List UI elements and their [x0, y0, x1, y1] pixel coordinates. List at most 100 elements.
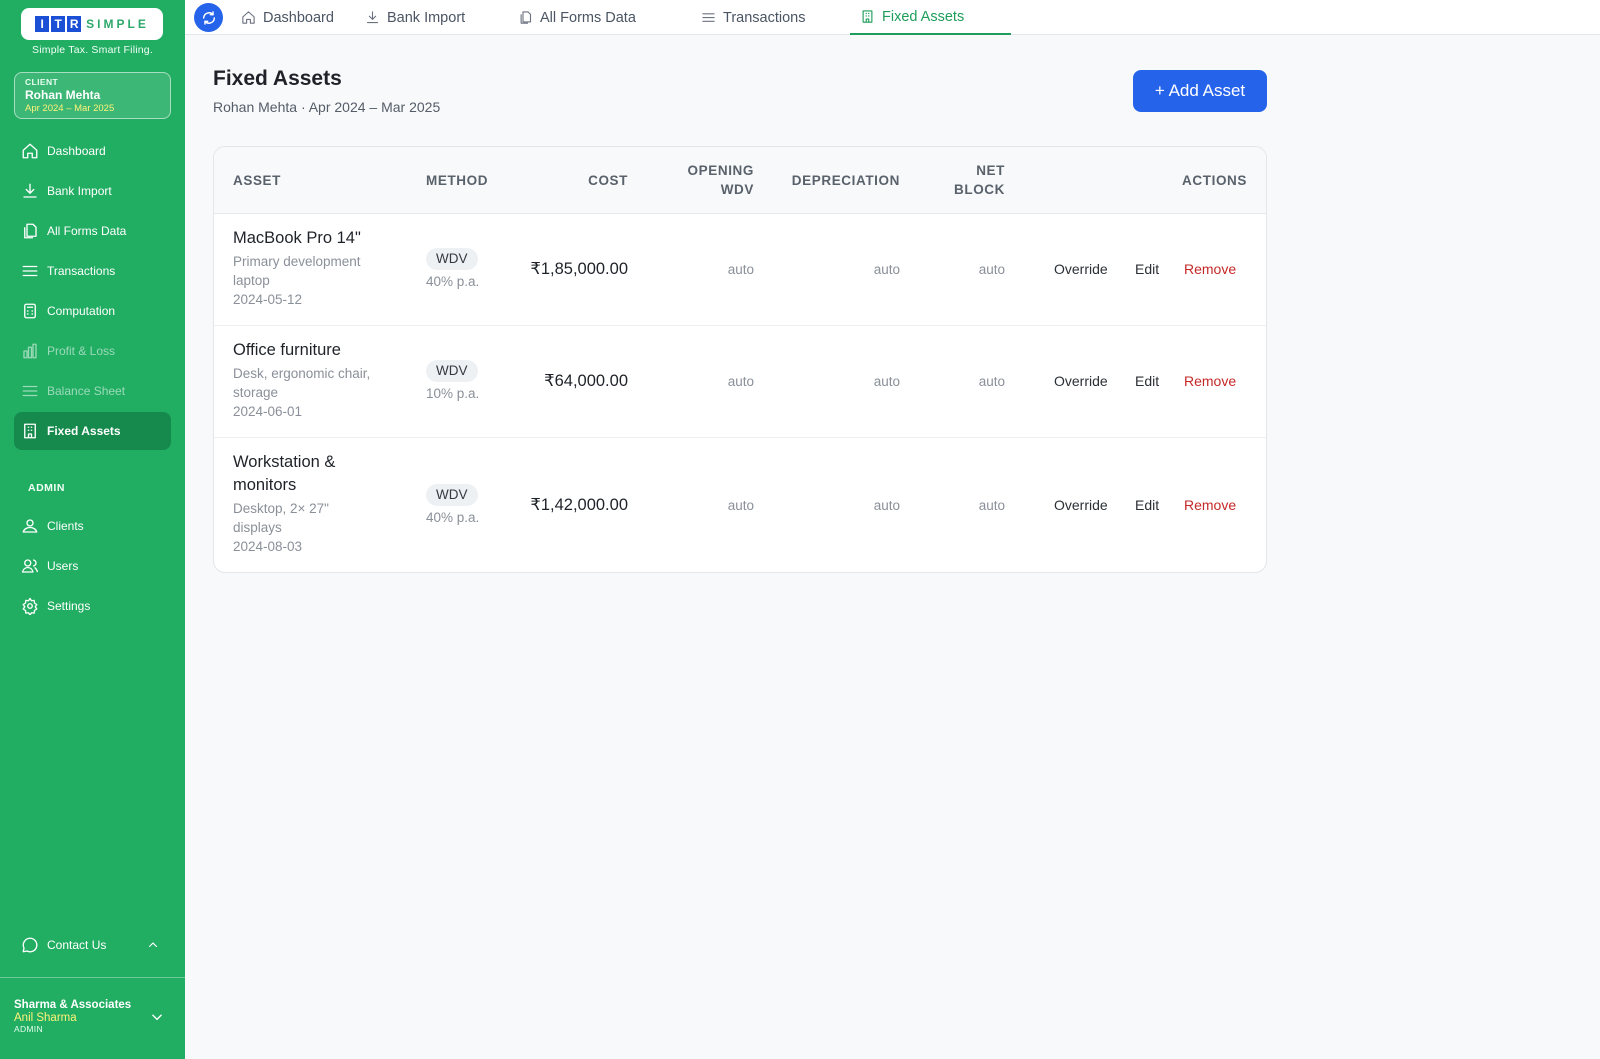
list-icon [20, 261, 40, 281]
edit-button[interactable]: Edit [1135, 261, 1159, 277]
column-header-line: OPENING [687, 163, 754, 178]
sidebar-item-label: Transactions [47, 264, 116, 278]
admin-section-label: ADMIN [28, 482, 65, 494]
override-button[interactable]: Override [1054, 373, 1108, 389]
asset-date: 2024-05-12 [233, 292, 303, 307]
top-tab-bar: Dashboard Bank Import All Forms Data Tra… [185, 0, 1600, 35]
chevron-down-icon[interactable] [150, 1010, 164, 1024]
sidebar-nav: Dashboard Bank Import All Forms Data Tra… [14, 132, 171, 452]
depreciation-rate: 10% p.a. [426, 386, 480, 401]
sidebar-item-label: All Forms Data [47, 224, 127, 238]
column-header-line: WDV [720, 182, 754, 197]
home-icon [20, 141, 40, 161]
client-icon [20, 516, 40, 536]
remove-button[interactable]: Remove [1184, 497, 1236, 513]
tab-bank-import[interactable]: Bank Import [355, 0, 475, 35]
column-header-cost: COST [588, 173, 628, 188]
asset-description-line: Primary development [233, 254, 361, 269]
download-icon [20, 181, 40, 201]
refresh-button[interactable] [194, 3, 223, 32]
column-header-depreciation: DEPRECIATION [791, 173, 900, 188]
tab-label: Fixed Assets [882, 8, 965, 25]
logo[interactable]: I T R SIMPLE [21, 8, 163, 40]
firm-name: Sharma & Associates [14, 999, 132, 1011]
sidebar-item-profit-loss[interactable]: Profit & Loss [14, 332, 171, 370]
depreciation-value: auto [873, 498, 900, 513]
table-row: Office furniture Desk, ergonomic chair, … [214, 326, 1266, 438]
asset-description-line: storage [233, 385, 279, 400]
override-button[interactable]: Override [1054, 261, 1108, 277]
sidebar-item-label: Fixed Assets [47, 424, 121, 438]
chat-icon [20, 935, 40, 955]
client-card[interactable]: CLIENT Rohan Mehta Apr 2024 – Mar 2025 [14, 72, 171, 119]
tab-all-forms-data[interactable]: All Forms Data [508, 0, 646, 35]
table-header: ASSET METHOD COST OPENING WDV DEPRECIATI… [214, 147, 1266, 214]
download-icon [365, 10, 380, 25]
column-header-actions: ACTIONS [1182, 173, 1247, 188]
bar-chart-icon [20, 341, 40, 361]
list-icon [701, 10, 716, 25]
user-name: Anil Sharma [14, 1012, 77, 1024]
column-header-net-block: NET BLOCK [954, 161, 1005, 199]
building-icon [860, 9, 875, 24]
opening-wdv-value: auto [727, 498, 754, 513]
opening-wdv-value: auto [727, 374, 754, 389]
logo-letter: T [51, 16, 66, 32]
depreciation-value: auto [873, 262, 900, 277]
net-block-value: auto [978, 374, 1005, 389]
depreciation-rate: 40% p.a. [426, 274, 480, 289]
add-asset-button[interactable]: + Add Asset [1133, 70, 1267, 112]
documents-icon [20, 221, 40, 241]
asset-cost: ₹64,000.00 [544, 372, 628, 390]
sidebar-item-bank-import[interactable]: Bank Import [14, 172, 171, 210]
user-role: ADMIN [14, 1024, 43, 1034]
sidebar-divider [0, 977, 185, 978]
asset-name-line: Workstation & [233, 453, 336, 471]
method-badge: WDV [426, 360, 478, 382]
remove-button[interactable]: Remove [1184, 373, 1236, 389]
override-button[interactable]: Override [1054, 497, 1108, 513]
sidebar-item-transactions[interactable]: Transactions [14, 252, 171, 290]
column-header-method: METHOD [426, 173, 489, 188]
asset-description-line: Desk, ergonomic chair, [233, 366, 371, 381]
sidebar-item-label: Settings [47, 599, 91, 613]
page-subtitle: Rohan Mehta · Apr 2024 – Mar 2025 [213, 99, 441, 115]
sidebar-item-computation[interactable]: Computation [14, 292, 171, 330]
asset-date: 2024-08-03 [233, 539, 303, 554]
page-title: Fixed Assets [213, 67, 342, 90]
column-header-line: NET [976, 163, 1005, 178]
edit-button[interactable]: Edit [1135, 373, 1159, 389]
tab-transactions[interactable]: Transactions [691, 0, 815, 35]
sidebar-item-label: Dashboard [47, 144, 106, 158]
logo-letter: I [35, 16, 50, 32]
opening-wdv-value: auto [727, 262, 754, 277]
sidebar-item-fixed-assets[interactable]: Fixed Assets [14, 412, 171, 450]
method-badge: WDV [426, 484, 478, 506]
tab-fixed-assets[interactable]: Fixed Assets [850, 0, 1011, 35]
net-block-value: auto [978, 262, 1005, 277]
admin-nav: Clients Users Settings [14, 507, 171, 627]
chevron-up-icon [147, 939, 159, 951]
net-block-value: auto [978, 498, 1005, 513]
gear-icon [20, 596, 40, 616]
sidebar-item-label: Clients [47, 519, 84, 533]
sidebar-item-clients[interactable]: Clients [14, 507, 171, 545]
building-icon [20, 421, 40, 441]
sidebar-item-all-forms-data[interactable]: All Forms Data [14, 212, 171, 250]
sidebar-item-settings[interactable]: Settings [14, 587, 171, 625]
table-row: Workstation & monitors Desktop, 2× 27" d… [214, 438, 1266, 572]
sidebar-item-balance-sheet[interactable]: Balance Sheet [14, 372, 171, 410]
column-header-line: BLOCK [954, 182, 1005, 197]
sidebar-item-users[interactable]: Users [14, 547, 171, 585]
calculator-icon [20, 301, 40, 321]
asset-name: MacBook Pro 14" [233, 229, 361, 247]
column-header-opening-wdv: OPENING WDV [688, 161, 754, 199]
sidebar-item-label: Computation [47, 304, 116, 318]
user-profile[interactable]: Sharma & Associates Anil Sharma ADMIN [14, 999, 171, 1034]
contact-us-toggle[interactable]: Contact Us [14, 926, 171, 964]
remove-button[interactable]: Remove [1184, 261, 1236, 277]
sidebar-item-label: Balance Sheet [47, 384, 126, 398]
sidebar-item-dashboard[interactable]: Dashboard [14, 132, 171, 170]
edit-button[interactable]: Edit [1135, 497, 1159, 513]
tab-dashboard[interactable]: Dashboard [231, 0, 344, 35]
